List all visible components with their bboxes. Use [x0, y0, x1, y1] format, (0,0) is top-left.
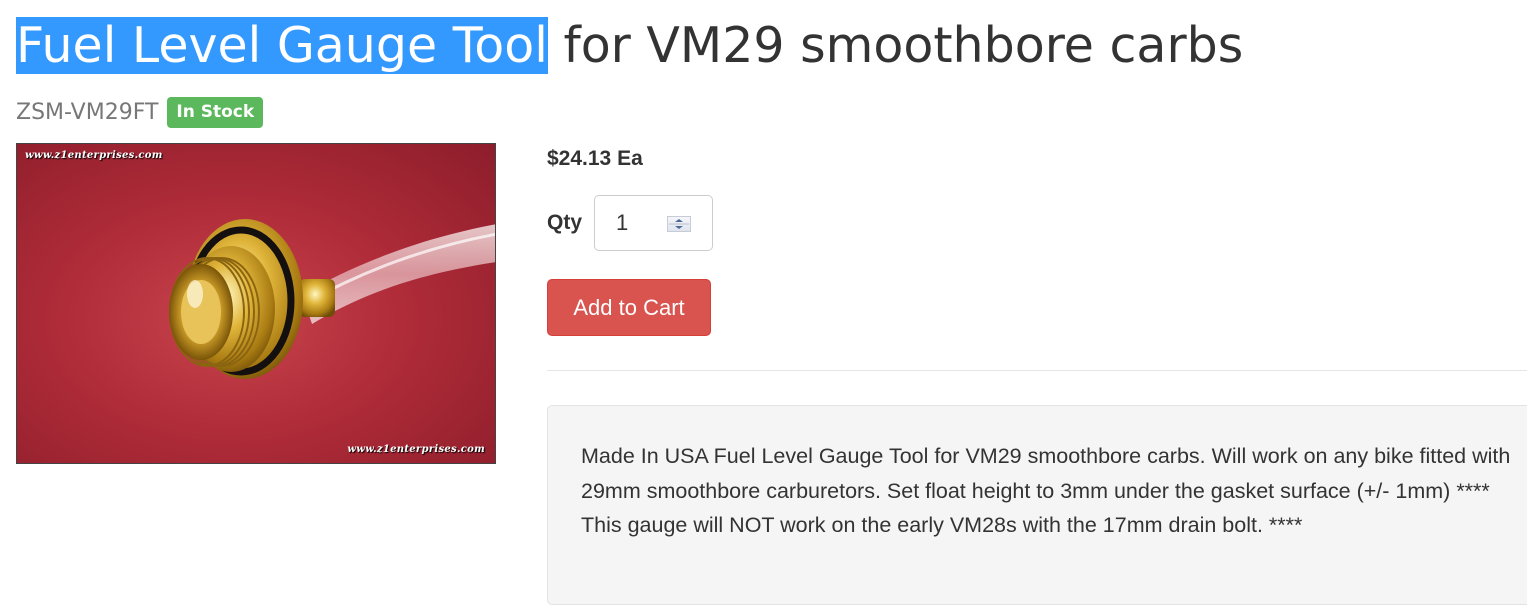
up-down-spinner-icon[interactable] [667, 216, 691, 232]
product-price: $24.13 Ea [547, 147, 643, 170]
image-watermark-top: www.z1enterprises.com [25, 150, 163, 161]
qty-value: 1 [616, 210, 629, 235]
stock-status-badge: In Stock [167, 96, 264, 128]
section-divider [547, 370, 1527, 371]
add-to-cart-button[interactable]: Add to Cart [547, 279, 711, 336]
quantity-stepper[interactable]: 1 [594, 195, 713, 251]
image-watermark-bottom: www.z1enterprises.com [347, 444, 485, 455]
product-description: Made In USA Fuel Level Gauge Tool for VM… [581, 444, 1511, 537]
fuel-gauge-photo [169, 219, 495, 379]
description-well: Made In USA Fuel Level Gauge Tool for VM… [547, 405, 1527, 605]
product-sku: ZSM-VM29FT [16, 99, 159, 125]
title-selected-text: Fuel Level Gauge Tool [16, 17, 548, 74]
page-title: Fuel Level Gauge Tool for VM29 smoothbor… [16, 14, 1243, 78]
sku-row: ZSM-VM29FT In Stock [16, 96, 264, 128]
product-image[interactable]: www.z1enterprises.com www.z1enterprises.… [16, 143, 496, 464]
title-rest-text: for VM29 smoothbore carbs [547, 17, 1244, 74]
qty-label: Qty [547, 211, 583, 234]
